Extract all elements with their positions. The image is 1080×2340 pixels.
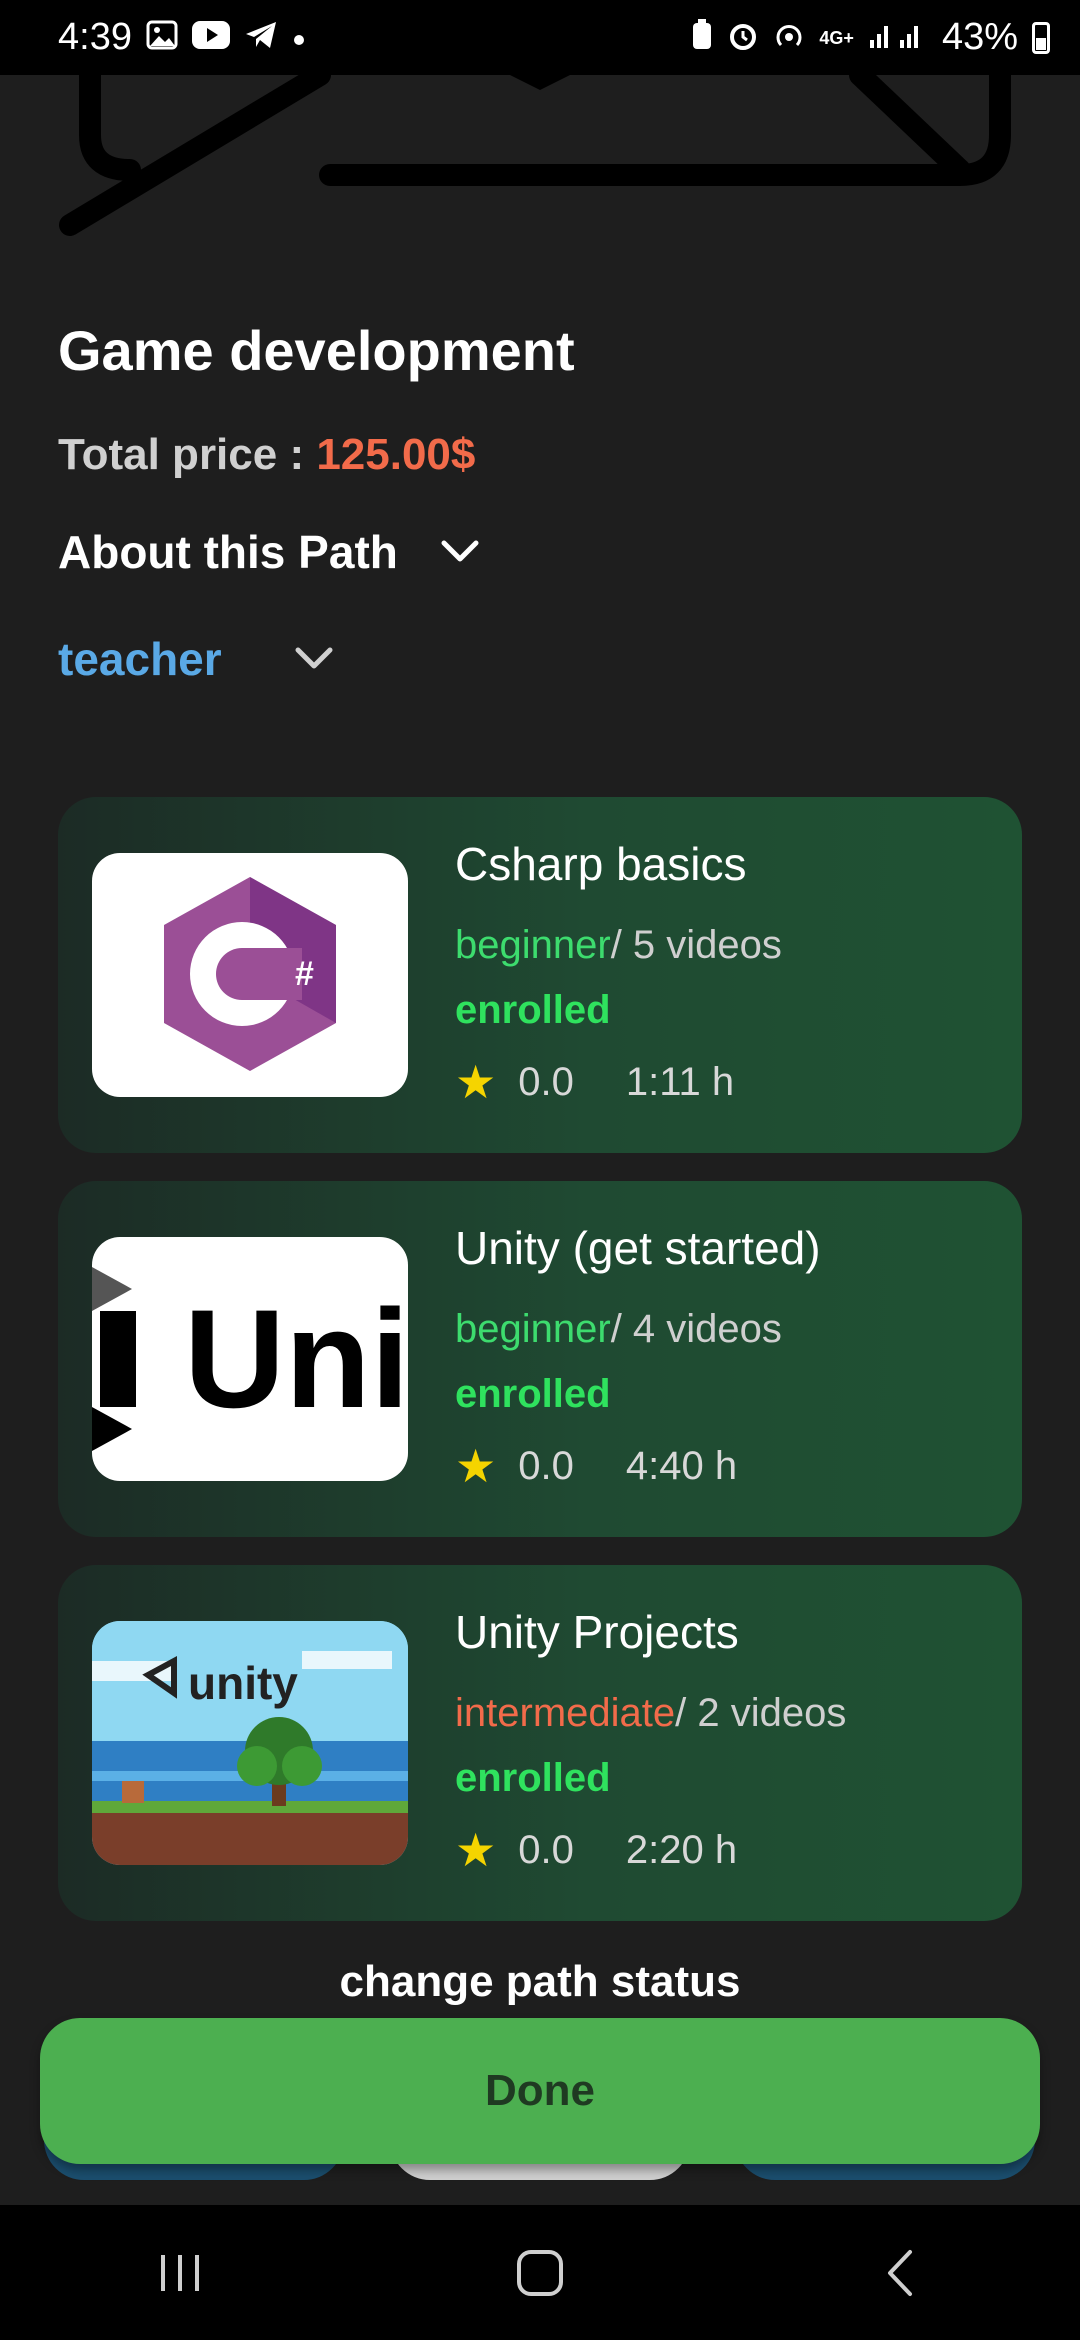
teacher-label: teacher [58,633,222,685]
course-rating: 0.0 [518,1443,574,1488]
about-path-label: About this Path [58,526,398,578]
course-level: intermediate [455,1691,676,1735]
course-stats: ★ 0.0 1:11 h [455,1055,1002,1109]
course-video-count: / 4 videos [610,1307,782,1351]
status-time: 4:39 [58,16,132,58]
course-duration: 1:11 h [625,1059,735,1104]
course-card[interactable]: unity Unity Projects intermediate/ 2 vid… [58,1565,1022,1921]
star-icon: ★ [455,1440,497,1492]
path-illustration [0,75,1080,265]
course-meta: intermediate/ 2 videos [455,1691,1002,1736]
unity-pixel-art-icon: unity [92,1621,408,1865]
battery-icon [1032,21,1050,54]
csharp-logo-icon: # [164,877,336,1071]
back-button[interactable] [840,2223,960,2323]
course-level: beginner [455,1307,611,1351]
enrollment-status: enrolled [455,1372,611,1416]
done-button[interactable]: Done [40,2018,1040,2164]
course-level: beginner [455,923,611,967]
course-title: Unity Projects [455,1606,739,1658]
about-path-toggle[interactable]: About this Path [58,525,482,579]
thumbnail-wordmark: Uni [184,1280,408,1437]
course-stats: ★ 0.0 2:20 h [455,1823,1002,1877]
course-meta: beginner/ 5 videos [455,923,1002,968]
gallery-icon [146,20,178,56]
status-bar: 4:39 4G+ 43% [0,0,1080,75]
hotspot-icon [773,19,805,57]
battery-saver-icon [691,18,713,57]
notification-dot-icon [292,23,306,53]
home-icon [517,2249,563,2296]
chevron-down-icon [295,647,333,669]
back-icon [888,2249,912,2296]
course-rating: 0.0 [518,1827,574,1872]
change-path-status-label: change path status [339,1957,741,2006]
course-stats: ★ 0.0 4:40 h [455,1439,1002,1493]
course-title: Unity (get started) [455,1222,821,1274]
enrollment-status: enrolled [455,988,611,1032]
svg-text:#: # [295,955,314,993]
course-video-count: / 2 videos [675,1691,847,1735]
thumbnail-wordmark: unity [188,1657,298,1709]
signal-icon [868,20,928,56]
battery-percent: 43% [941,16,1018,58]
star-icon: ★ [455,1056,497,1108]
course-rating: 0.0 [518,1059,574,1104]
network-type-label: 4G+ [819,27,854,48]
chevron-down-icon [441,540,479,562]
course-card[interactable]: Uni Unity (get started) beginner/ 4 vide… [58,1181,1022,1537]
telegram-icon [244,20,278,56]
youtube-icon [191,20,230,55]
course-duration: 4:40 h [625,1443,738,1488]
unity-wordmark-icon: Uni [92,1267,408,1451]
star-icon: ★ [455,1824,497,1876]
course-thumbnail: unity [92,1621,408,1865]
course-meta: beginner/ 4 videos [455,1307,1002,1352]
price-value: 125.00$ [316,430,476,479]
page-title: Game development [58,319,575,382]
recent-apps-button[interactable] [120,2223,240,2323]
course-title: Csharp basics [455,838,747,890]
course-thumbnail: # [92,853,408,1097]
price-label: Total price : [58,430,317,479]
enrollment-status: enrolled [455,1756,611,1800]
home-button[interactable] [480,2223,600,2323]
course-thumbnail: Uni [92,1237,408,1481]
system-nav-bar [0,2205,1080,2340]
course-video-count: / 5 videos [610,923,782,967]
recent-apps-icon [161,2254,199,2291]
alarm-icon [727,19,759,57]
teacher-toggle[interactable]: teacher [58,632,336,686]
course-card[interactable]: # Csharp basics beginner/ 5 videos enrol… [58,797,1022,1153]
total-price: Total price : 125.00$ [58,430,475,480]
course-duration: 2:20 h [625,1827,738,1872]
